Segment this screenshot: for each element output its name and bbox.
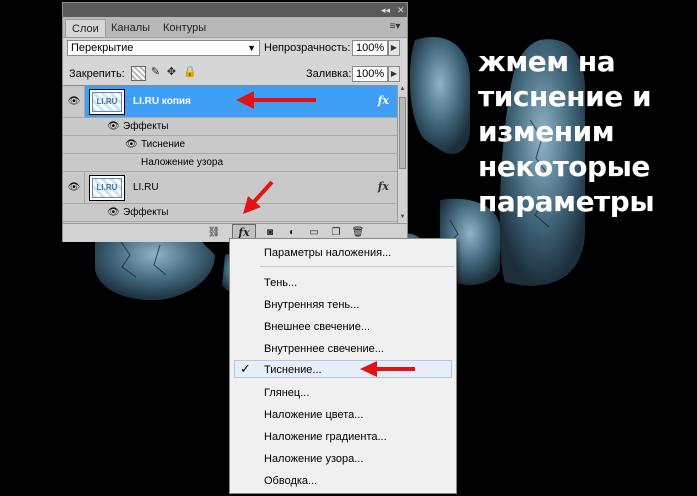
red-arrow-icon: [236, 91, 316, 109]
red-arrow-icon: [243, 180, 274, 214]
annotation-arrows: [236, 91, 415, 377]
red-arrow-icon: [360, 361, 415, 377]
